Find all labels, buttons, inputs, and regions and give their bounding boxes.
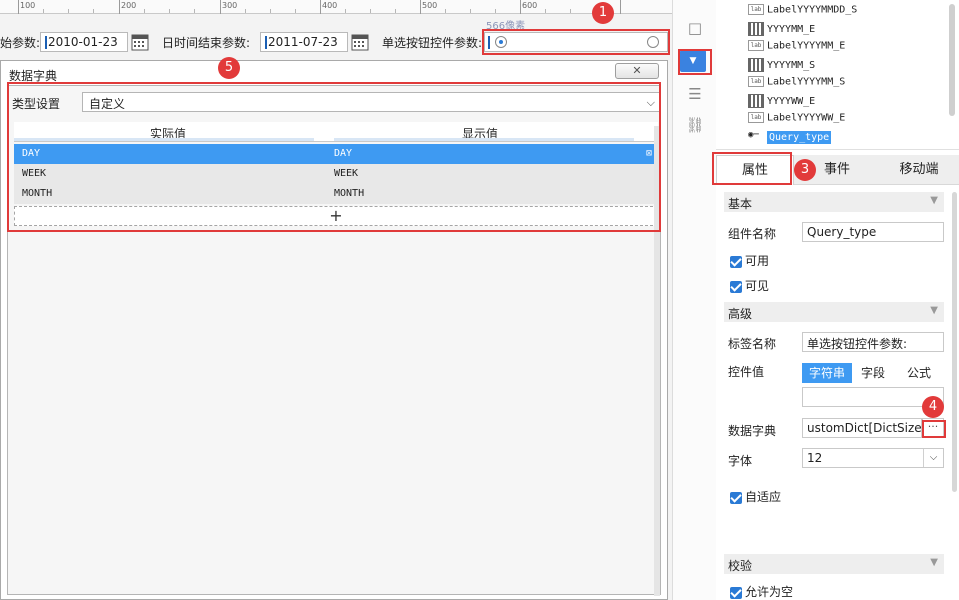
widget-item[interactable]: YYYYMM_S [748,58,815,76]
step-badge: 1 [592,2,614,24]
radio-widget-icon: ◉─ [748,130,759,140]
widget-item-name: LabelYYYYWW_E [767,112,846,124]
ruler-label: 600 [522,1,538,10]
widget-item[interactable]: YYYYWW_E [748,94,815,112]
value-type-switch: 字符串 字段 公式 [802,363,944,383]
checkbox-icon [730,491,742,504]
date-icon [748,22,764,36]
end-param-label: 日时间结束参数: [162,36,251,50]
step-badge: 5 [218,57,240,79]
widget-item[interactable]: lab LabelYYYYWW_E [748,112,845,130]
widget-name-input[interactable]: Query_type [802,222,944,242]
visible-label: 可见 [745,279,770,293]
date-icon [748,58,764,72]
tag-name-input[interactable]: 单选按钮控件参数: [802,332,944,352]
calendar-icon[interactable] [351,33,369,51]
widget-item-name: YYYYMM_E [767,24,816,35]
chevron-down-icon: ▼ [930,557,938,568]
tag-name-label: 标签名称 [728,337,777,351]
widget-item[interactable]: lab LabelYYYYMMDD_S [748,4,857,22]
font-label: 字体 [728,454,753,468]
properties-panel: 基本 ▼ 组件名称 Query_type 可用 可见 高级 ▼ 标签名称 单选按钮控… [716,186,959,600]
start-date-field[interactable]: 2010-01-23 [40,32,128,52]
widget-item[interactable]: ◉─ Query_type [748,130,832,148]
start-date-value: 2010-01-23 [48,35,118,49]
section-advanced[interactable]: 高级 ▼ [724,302,944,322]
widget-item-name: YYYYWW_E [767,96,816,107]
section-title: 基本 [728,197,753,211]
link-icon[interactable]: ⛓ [685,115,705,135]
widget-item-name: LabelYYYYMMDD_S [767,4,858,16]
widget-tree: lab LabelYYYYMMDD_S YYYYMM_E lab LabelYYYY… [716,0,959,150]
visible-checkbox[interactable]: 可见 [730,277,769,294]
ruler-label: 500 [422,1,438,10]
step-badge: 3 [794,159,816,181]
label-icon: lab [748,4,764,15]
value-type-string[interactable]: 字符串 [802,363,852,383]
tab-mobile[interactable]: 移动端 [880,155,958,185]
widget-name-label: 组件名称 [728,227,777,241]
close-button[interactable]: ✕ [615,63,659,79]
label-icon: lab [748,112,764,123]
widget-item[interactable]: lab LabelYYYYMM_S [748,76,845,94]
end-date-field[interactable]: 2011-07-23 [260,32,348,52]
close-icon: ✕ [632,64,642,77]
section-title: 高级 [728,307,753,321]
checkbox-icon [730,255,742,268]
start-param-label: 始参数: [0,36,41,50]
section-validation[interactable]: 校验 ▼ [724,554,944,574]
widget-value-label: 控件值 [728,365,765,379]
calendar-icon[interactable] [131,33,149,51]
value-type-field[interactable]: 字段 [852,363,894,383]
enabled-label: 可用 [745,254,770,268]
section-basic[interactable]: 基本 ▼ [724,192,944,212]
widget-item-name: LabelYYYYMM_S [767,76,846,88]
widget-item[interactable]: YYYYMM_E [748,22,815,40]
widget-item-name: YYYYMM_S [767,60,816,71]
highlight-box-2 [678,49,712,75]
enabled-checkbox[interactable]: 可用 [730,252,769,269]
end-date-value: 2011-07-23 [268,35,338,49]
font-size-select[interactable]: 12 ⌵ [802,448,944,468]
ruler-label: 400 [322,1,338,10]
designer-canvas: 100 200 300 400 500 600 566像素 始参数: 2010-… [0,0,672,600]
checkbox-icon [730,586,742,599]
widget-item-name: Query_type [767,131,832,144]
data-dictionary-label: 数据字典 [728,424,777,438]
autofit-checkbox[interactable]: 自适应 [730,488,781,505]
ruler-label: 300 [222,1,238,10]
square-icon[interactable]: □ [685,18,705,38]
font-size-value: 12 [807,451,823,465]
horizontal-ruler: 100 200 300 400 500 600 [0,0,672,14]
checkbox-icon [730,280,742,293]
widget-item-name: LabelYYYYMM_E [767,40,846,52]
label-icon: lab [748,40,764,51]
allow-empty-checkbox[interactable]: 允许为空 [730,583,793,600]
step-badge: 4 [922,396,944,418]
highlight-box-5 [7,82,661,232]
label-icon: lab [748,76,764,87]
widget-item[interactable]: lab LabelYYYYMM_E [748,40,845,58]
allow-empty-label: 允许为空 [745,585,794,599]
chevron-down-icon: ⌵ [923,449,943,467]
scrollbar[interactable] [952,192,957,492]
highlight-box-3 [712,152,792,185]
ruler-label: 100 [20,1,36,10]
autofit-label: 自适应 [745,490,782,504]
scrollbar[interactable] [949,4,955,116]
section-title: 校验 [728,559,753,573]
highlight-box-4 [922,420,946,438]
radio-param-label: 单选按钮控件参数: [382,36,483,50]
widget-toolbar: □ ▼ ☰ ⛓ 2 [672,0,740,600]
data-dictionary-input[interactable]: ustomDict[DictSize:3] [802,418,922,438]
highlight-box-1 [482,29,670,55]
value-type-formula[interactable]: 公式 [894,363,944,383]
chevron-down-icon: ▼ [930,305,938,316]
date-icon [748,94,764,108]
chevron-down-icon: ▼ [930,195,938,206]
ruler-label: 200 [121,1,137,10]
list-icon[interactable]: ☰ [685,84,705,104]
